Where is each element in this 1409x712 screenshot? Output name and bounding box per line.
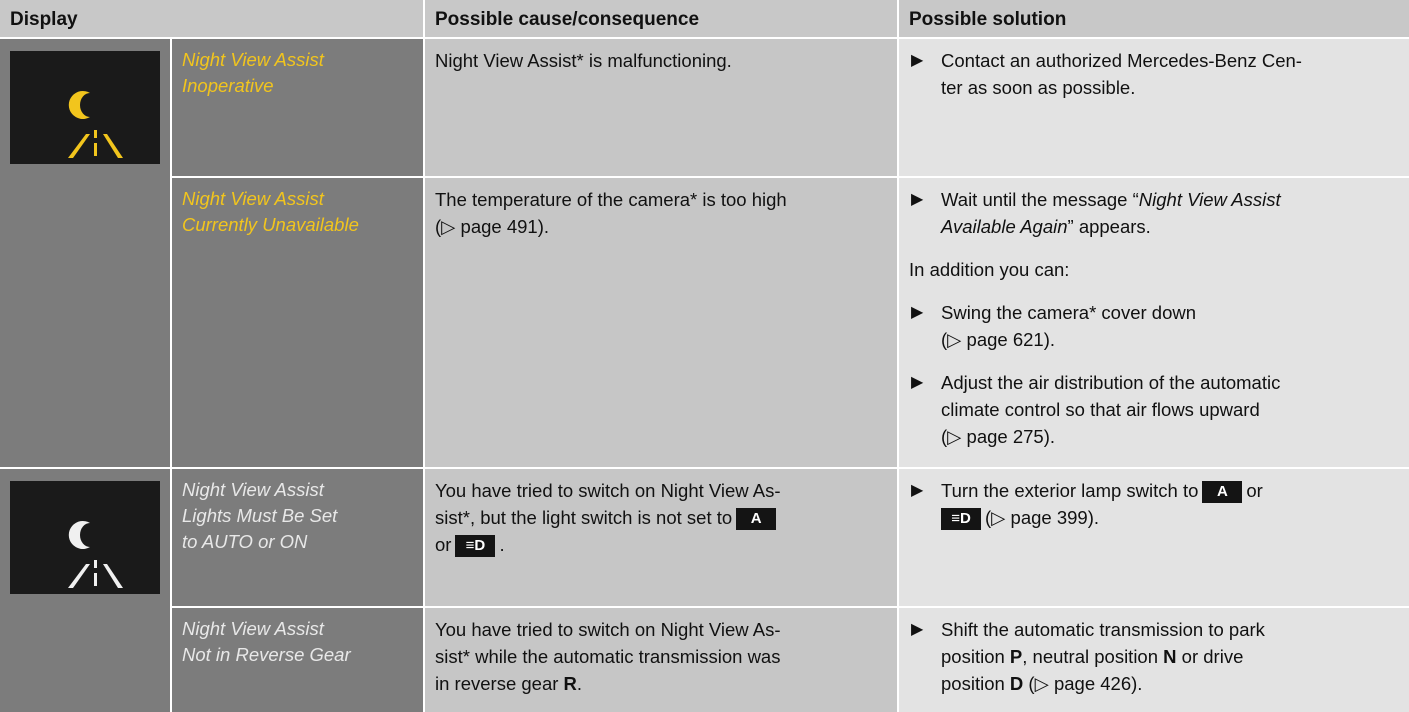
solution-cell-1: ▶ Contact an authorized Mercedes-Benz Ce… bbox=[899, 39, 1409, 176]
solution-line: Contact an authorized Mercedes-Benz Cen- bbox=[941, 50, 1302, 71]
cause-cell-1: Night View Assist* is malfunctioning. bbox=[425, 39, 897, 176]
gear-n: N bbox=[1163, 646, 1177, 667]
cause-text: sist*, but the light switch is not set t… bbox=[435, 507, 733, 528]
solution-line: Shift the automatic transmission to park bbox=[941, 619, 1265, 640]
header-cause: Possible cause/consequence bbox=[425, 0, 897, 37]
bullet-arrow-icon: ▶ bbox=[911, 374, 924, 391]
header-solution-label: Possible solution bbox=[909, 9, 1067, 30]
display-message-ref: Night View Assist bbox=[1138, 189, 1281, 210]
message-line: Night View Assist bbox=[182, 49, 324, 70]
message-table: Display Possible cause/consequence Possi… bbox=[0, 0, 1409, 712]
solution-text: position bbox=[941, 673, 1005, 694]
message-line: Currently Unavailable bbox=[182, 214, 359, 235]
message-line: Inoperative bbox=[182, 75, 274, 96]
solution-cell-2: ▶ Wait until the message “Night View Ass… bbox=[899, 178, 1409, 467]
solution-step: ▶ Contact an authorized Mercedes-Benz Ce… bbox=[909, 47, 1401, 101]
header-cause-label: Possible cause/consequence bbox=[435, 9, 700, 30]
gear-p: P bbox=[1009, 646, 1023, 667]
solution-text: Wait until the message “ bbox=[941, 189, 1139, 210]
solution-text: , neutral position bbox=[1022, 646, 1159, 667]
solution-line: Adjust the air distribution of the autom… bbox=[941, 372, 1281, 393]
header-solution: Possible solution bbox=[899, 0, 1409, 37]
cause-cell-2: The temperature of the camera* is too hi… bbox=[425, 178, 897, 467]
bullet-arrow-icon: ▶ bbox=[911, 621, 924, 638]
page-reference: (▷ page 426). bbox=[1028, 673, 1143, 694]
message-cell-1: Night View Assist Inoperative bbox=[172, 39, 423, 176]
message-line: Lights Must Be Set bbox=[182, 505, 338, 526]
solution-line: climate control so that air flows upward bbox=[941, 399, 1260, 420]
night-view-icon-yellow bbox=[10, 51, 160, 164]
addition-note: In addition you can: bbox=[909, 259, 1070, 280]
cause-text: in reverse gear bbox=[435, 673, 559, 694]
cause-text: You have tried to switch on Night View A… bbox=[435, 619, 781, 640]
message-line: Night View Assist bbox=[182, 188, 324, 209]
header-display: Display bbox=[0, 0, 423, 37]
bullet-arrow-icon: ▶ bbox=[911, 304, 924, 321]
bullet-arrow-icon: ▶ bbox=[911, 482, 924, 499]
solution-step: ▶ Swing the camera* cover down (▷ page 6… bbox=[909, 299, 1401, 353]
header-display-label: Display bbox=[10, 9, 78, 30]
page-reference: (▷ page 491). bbox=[435, 216, 549, 237]
solution-cell-3: ▶ Turn the exterior lamp switch to Aor ≡D… bbox=[899, 469, 1409, 606]
message-line: Not in Reverse Gear bbox=[182, 644, 351, 665]
message-line: to AUTO or ON bbox=[182, 531, 308, 552]
cause-text: or bbox=[435, 534, 452, 555]
display-icon-cell-1 bbox=[0, 39, 170, 467]
cause-text: sist* while the automatic transmission w… bbox=[435, 646, 781, 667]
solution-step: ▶ Shift the automatic transmission to pa… bbox=[909, 616, 1401, 697]
display-message-ref: Available Again bbox=[941, 216, 1068, 237]
message-line: Night View Assist bbox=[182, 618, 324, 639]
gear-d: D bbox=[1009, 673, 1024, 694]
low-beam-key-icon: ≡D bbox=[455, 535, 496, 558]
cause-text: You have tried to switch on Night View A… bbox=[435, 480, 781, 501]
display-icon-cell-2 bbox=[0, 469, 170, 712]
cause-cell-4: You have tried to switch on Night View A… bbox=[425, 608, 897, 712]
night-view-icon-white bbox=[10, 481, 160, 594]
page-reference: (▷ page 275). bbox=[941, 426, 1055, 447]
solution-text: position bbox=[941, 646, 1005, 667]
light-switch-auto-key: A bbox=[736, 508, 777, 531]
message-cell-2: Night View Assist Currently Unavailable bbox=[172, 178, 423, 467]
page-reference: (▷ page 399). bbox=[985, 507, 1099, 528]
bullet-arrow-icon: ▶ bbox=[911, 191, 924, 208]
low-beam-key-icon: ≡D bbox=[941, 508, 981, 531]
cause-cell-3: You have tried to switch on Night View A… bbox=[425, 469, 897, 606]
gear-r: R bbox=[563, 673, 577, 694]
cause-text: The temperature of the camera* is too hi… bbox=[435, 189, 787, 210]
message-line: Night View Assist bbox=[182, 479, 324, 500]
bullet-arrow-icon: ▶ bbox=[911, 52, 924, 69]
page-reference: (▷ page 621). bbox=[941, 329, 1055, 350]
solution-step: ▶ Turn the exterior lamp switch to Aor ≡D… bbox=[909, 477, 1401, 531]
solution-text: ” appears. bbox=[1067, 216, 1151, 237]
solution-text: or drive bbox=[1176, 646, 1244, 667]
solution-cell-4: ▶ Shift the automatic transmission to pa… bbox=[899, 608, 1409, 712]
solution-line: ter as soon as possible. bbox=[941, 77, 1136, 98]
solution-text: Turn the exterior lamp switch to bbox=[941, 480, 1199, 501]
solution-line: Swing the camera* cover down bbox=[941, 302, 1197, 323]
solution-text: or bbox=[1246, 480, 1263, 501]
light-switch-auto-key: A bbox=[1202, 481, 1243, 504]
message-cell-3: Night View Assist Lights Must Be Set to … bbox=[172, 469, 423, 606]
solution-step: ▶ Wait until the message “Night View Ass… bbox=[909, 186, 1401, 240]
message-cell-4: Night View Assist Not in Reverse Gear bbox=[172, 608, 423, 712]
solution-step: ▶ Adjust the air distribution of the aut… bbox=[909, 369, 1401, 450]
cause-text: Night View Assist* is malfunctioning. bbox=[435, 50, 732, 71]
